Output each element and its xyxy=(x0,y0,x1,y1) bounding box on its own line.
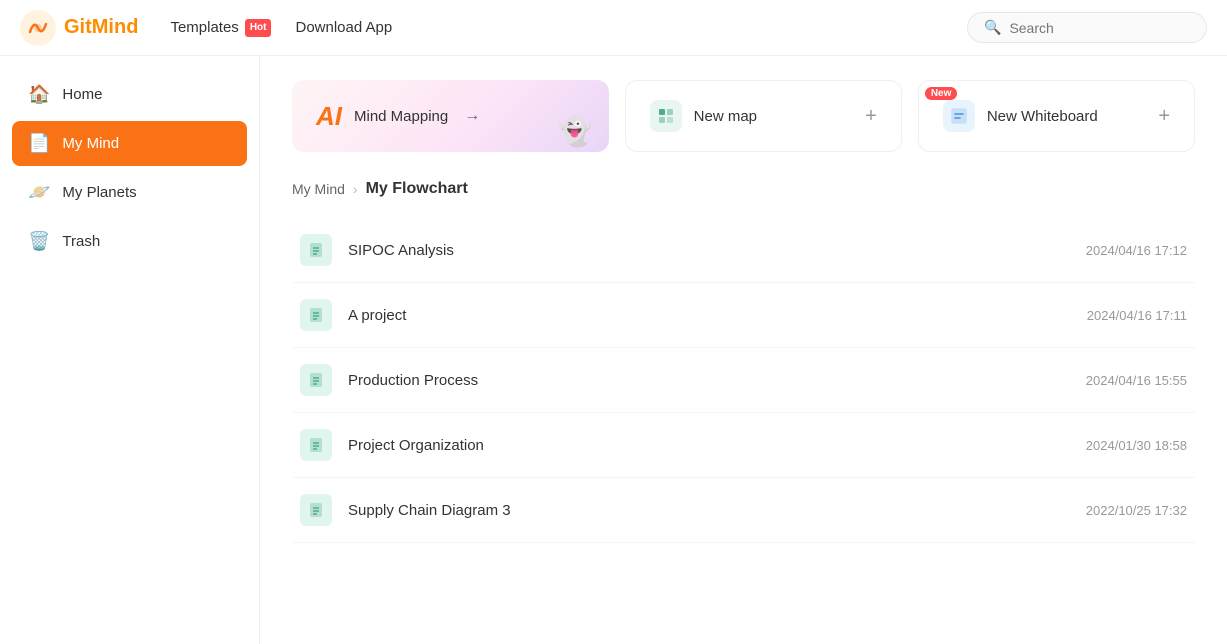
main-nav: Templates Hot Download App xyxy=(170,19,392,37)
search-input[interactable] xyxy=(1009,20,1190,36)
new-map-plus-icon: + xyxy=(865,105,877,128)
sidebar-item-trash[interactable]: 🗑️ Trash xyxy=(12,219,247,264)
arrow-icon: → xyxy=(464,107,480,125)
mind-mapping-card[interactable]: AI Mind Mapping → 👻 xyxy=(292,80,609,152)
file-icon-4 xyxy=(300,494,332,526)
breadcrumb: My Mind › My Flowchart xyxy=(292,180,1195,198)
logo[interactable]: GitMind xyxy=(20,10,138,46)
nav-download-app[interactable]: Download App xyxy=(295,19,392,36)
ai-label: AI xyxy=(316,101,342,132)
action-cards-row: AI Mind Mapping → 👻 New map + xyxy=(292,80,1195,152)
my-planets-icon: 🪐 xyxy=(28,182,50,203)
new-map-card[interactable]: New map + xyxy=(625,80,902,152)
main-content: AI Mind Mapping → 👻 New map + xyxy=(260,56,1227,644)
my-mind-icon: 📄 xyxy=(28,133,50,154)
new-whiteboard-plus-icon: + xyxy=(1158,105,1170,128)
file-icon-3 xyxy=(300,429,332,461)
file-icon-1 xyxy=(300,299,332,331)
file-date-0: 2024/04/16 17:12 xyxy=(1086,243,1187,258)
new-whiteboard-badge: New xyxy=(925,87,958,100)
file-row[interactable]: A project 2024/04/16 17:11 xyxy=(292,283,1195,348)
file-icon-2 xyxy=(300,364,332,396)
header: GitMind Templates Hot Download App 🔍 xyxy=(0,0,1227,56)
breadcrumb-separator: › xyxy=(353,181,358,197)
hot-badge: Hot xyxy=(245,19,272,37)
breadcrumb-current: My Flowchart xyxy=(366,180,468,198)
home-icon: 🏠 xyxy=(28,84,50,105)
file-date-2: 2024/04/16 15:55 xyxy=(1086,373,1187,388)
nav-templates[interactable]: Templates Hot xyxy=(170,19,271,37)
sidebar: 🏠 Home 📄 My Mind 🪐 My Planets 🗑️ Trash xyxy=(0,56,260,644)
sidebar-item-home[interactable]: 🏠 Home xyxy=(12,72,247,117)
file-icon-0 xyxy=(300,234,332,266)
new-whiteboard-label: New Whiteboard xyxy=(987,108,1098,125)
file-name-4: Supply Chain Diagram 3 xyxy=(348,502,1086,519)
new-map-icon xyxy=(650,100,682,132)
logo-icon xyxy=(20,10,56,46)
file-name-0: SIPOC Analysis xyxy=(348,242,1086,259)
file-name-2: Production Process xyxy=(348,372,1086,389)
search-icon: 🔍 xyxy=(984,19,1001,36)
file-row[interactable]: SIPOC Analysis 2024/04/16 17:12 xyxy=(292,218,1195,283)
whiteboard-icon xyxy=(943,100,975,132)
breadcrumb-parent[interactable]: My Mind xyxy=(292,181,345,197)
file-name-3: Project Organization xyxy=(348,437,1086,454)
file-row[interactable]: Project Organization 2024/01/30 18:58 xyxy=(292,413,1195,478)
file-row[interactable]: Supply Chain Diagram 3 2022/10/25 17:32 xyxy=(292,478,1195,543)
sidebar-item-my-mind[interactable]: 📄 My Mind xyxy=(12,121,247,166)
mind-mapping-label: Mind Mapping xyxy=(354,108,448,125)
new-whiteboard-card[interactable]: New New Whiteboard + xyxy=(918,80,1195,152)
file-name-1: A project xyxy=(348,307,1087,324)
file-date-4: 2022/10/25 17:32 xyxy=(1086,503,1187,518)
emoji-decoration: 👻 xyxy=(558,115,593,148)
layout: 🏠 Home 📄 My Mind 🪐 My Planets 🗑️ Trash A… xyxy=(0,56,1227,644)
file-date-1: 2024/04/16 17:11 xyxy=(1087,308,1187,323)
new-map-label: New map xyxy=(694,108,757,125)
search-bar[interactable]: 🔍 xyxy=(967,12,1207,43)
trash-icon: 🗑️ xyxy=(28,231,50,252)
file-date-3: 2024/01/30 18:58 xyxy=(1086,438,1187,453)
sidebar-item-my-planets[interactable]: 🪐 My Planets xyxy=(12,170,247,215)
file-list: SIPOC Analysis 2024/04/16 17:12 A projec… xyxy=(292,218,1195,543)
file-row[interactable]: Production Process 2024/04/16 15:55 xyxy=(292,348,1195,413)
logo-text: GitMind xyxy=(64,16,138,39)
